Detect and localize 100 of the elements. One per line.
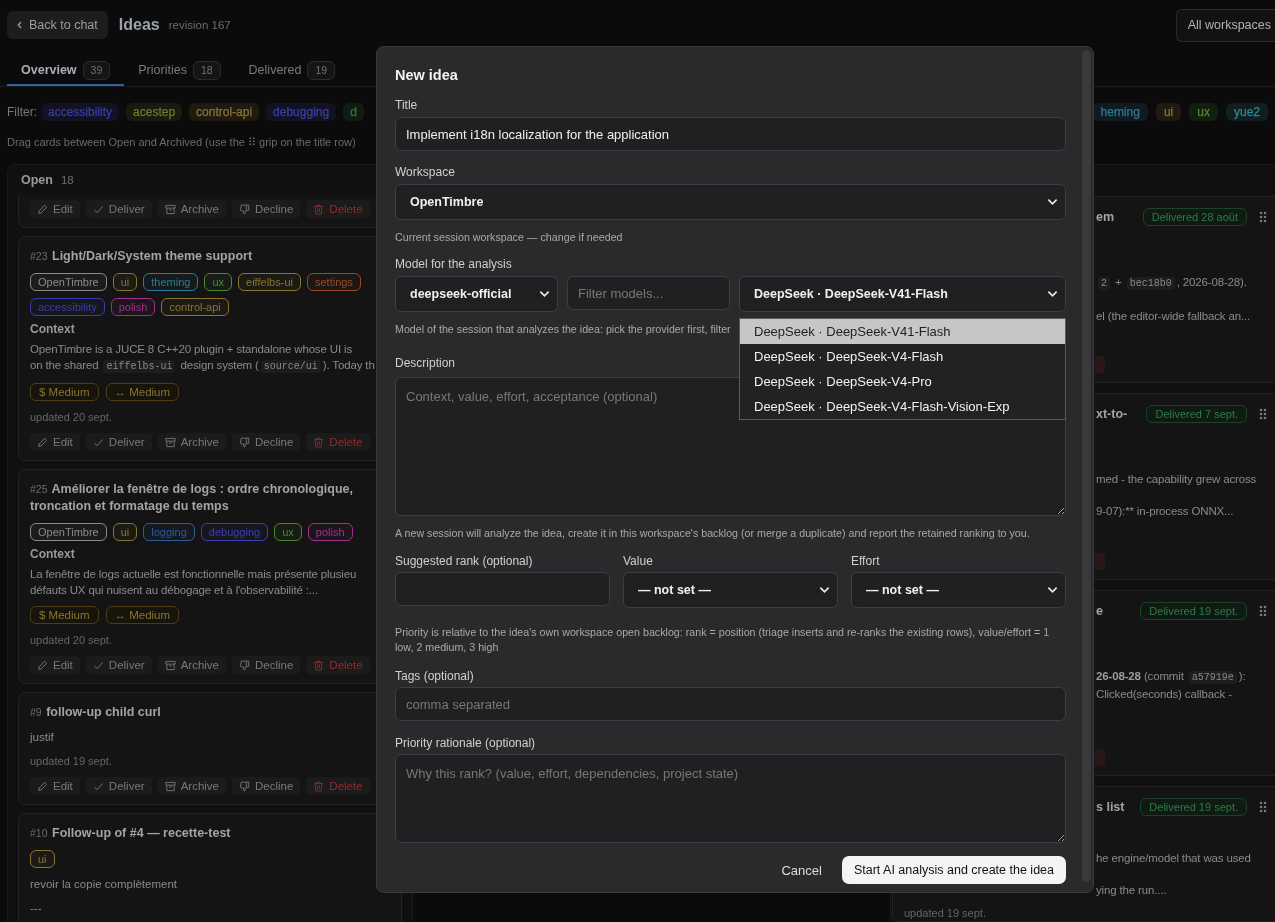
field-hint: A new session will analyze the idea, create it in this workspace's backlog (or merge a duplicate) and report the retained ranking to you.	[395, 526, 1030, 540]
edit-button[interactable]: Edit	[30, 200, 80, 218]
status-badge: Delivered 28 août	[1142, 208, 1247, 226]
rank-input[interactable]	[395, 572, 610, 606]
delete-button[interactable]: Delete	[306, 200, 370, 218]
chevron-left-icon	[17, 21, 22, 29]
tag: polish	[307, 523, 353, 541]
thumbs-down-icon	[239, 659, 250, 671]
archive-icon	[164, 659, 176, 671]
tag: ui	[30, 850, 55, 868]
chevron-down-icon	[1047, 198, 1058, 206]
model-select[interactable]: DeepSeek · DeepSeek-V41-Flash	[739, 276, 1066, 312]
dropdown-option[interactable]: DeepSeek · DeepSeek-V41-Flash	[740, 319, 1065, 344]
tag: OpenTimbre	[30, 523, 107, 541]
tab[interactable]: Priorities 18	[124, 56, 235, 86]
check-icon	[92, 659, 104, 671]
cancel-button[interactable]: Cancel	[781, 862, 822, 878]
grip-icon[interactable]	[1259, 801, 1267, 813]
status-badge: Delivered 19 sept.	[1140, 602, 1247, 620]
tag: ui	[112, 523, 138, 541]
delete-button[interactable]: Delete	[306, 656, 370, 674]
updated-date: updated 20 sept.	[30, 633, 113, 648]
idea-title: em	[1096, 210, 1115, 224]
tab[interactable]: Overview 39	[7, 56, 125, 86]
provider-select[interactable]: deepseek-official	[395, 276, 558, 312]
grip-icon[interactable]	[1259, 211, 1267, 223]
delete-button[interactable]: Delete	[306, 433, 370, 451]
workspace-button[interactable]: All workspaces	[1175, 8, 1275, 42]
title-input[interactable]: Implement i18n localization for the application	[395, 117, 1066, 151]
back-button[interactable]: Back to chat	[7, 11, 108, 39]
check-icon	[92, 203, 104, 215]
dropdown-option[interactable]: DeepSeek · DeepSeek-V4-Flash-Vision-Exp	[740, 394, 1065, 419]
edit-button[interactable]: Edit	[30, 777, 80, 795]
delete-button[interactable]: Delete	[306, 777, 370, 795]
tag: debugging	[200, 523, 269, 541]
filter-tag[interactable]: ux	[1189, 103, 1218, 121]
field-label: Tags (optional)	[395, 668, 474, 684]
decline-button[interactable]: Decline	[232, 656, 301, 674]
filter-tag[interactable]: control-api	[189, 103, 260, 121]
chevron-down-icon	[1047, 586, 1058, 594]
archive-icon	[164, 203, 176, 215]
tag: control-api	[161, 298, 229, 316]
idea-title: #23 Light/Dark/System theme support	[30, 248, 254, 265]
trash-icon	[313, 436, 325, 448]
filter-tag[interactable]: heming	[1092, 103, 1148, 121]
archive-button[interactable]: Archive	[157, 200, 226, 218]
tab[interactable]: Delivered 19	[234, 56, 350, 86]
submit-button[interactable]: Start AI analysis and create the idea	[841, 856, 1066, 884]
tag: ux	[204, 273, 233, 291]
workspace-select[interactable]: OpenTimbre	[395, 184, 1066, 220]
decline-button[interactable]: Decline	[232, 777, 301, 795]
level-badge: ↔ Medium	[105, 383, 180, 401]
edit-button[interactable]: Edit	[30, 656, 80, 674]
field-hint: Model of the session that analyzes the idea: pick the provider first, filter	[395, 322, 731, 336]
column-count: 18	[60, 173, 74, 188]
scrollbar-thumb[interactable]	[1082, 50, 1091, 882]
tags-input[interactable]: comma separated	[395, 687, 1066, 721]
filter-tag[interactable]: acestep	[126, 103, 183, 121]
grip-icon[interactable]	[1259, 605, 1267, 617]
drag-hint: Drag cards between Open and Archived (use the ⠿ grip on the title row)	[7, 135, 356, 149]
idea-title: #10 Follow-up of #4 — recette-test	[30, 825, 232, 842]
value-select[interactable]: — not set —	[623, 572, 838, 608]
filter-tag[interactable]: ui	[1155, 103, 1182, 121]
trash-icon	[313, 203, 325, 215]
filter-tag[interactable]: accessibility	[41, 103, 120, 121]
section-heading: Context	[30, 546, 76, 562]
archive-button[interactable]: Archive	[157, 656, 226, 674]
archive-button[interactable]: Archive	[157, 433, 226, 451]
deliver-button[interactable]: Deliver	[85, 656, 152, 674]
note-text: justif	[30, 730, 55, 745]
effort-select[interactable]: — not set —	[851, 572, 1066, 608]
description-text: he engine/model that was used	[1096, 851, 1252, 866]
idea-title: s list	[1096, 800, 1125, 814]
filter-tag[interactable]: debugging	[266, 103, 337, 121]
tag: OpenTimbre	[30, 273, 107, 291]
deliver-button[interactable]: Deliver	[85, 200, 152, 218]
delete-button[interactable]	[1095, 553, 1105, 570]
edit-button[interactable]: Edit	[30, 433, 80, 451]
rationale-textarea[interactable]: Why this rank? (value, effort, dependencies, project state)	[395, 754, 1066, 843]
grip-icon[interactable]	[1259, 408, 1267, 420]
description-text: 9-07):** in-process ONNX...	[1096, 504, 1235, 519]
decline-button[interactable]: Decline	[232, 433, 301, 451]
tag: settings	[306, 273, 361, 291]
tag: logging	[143, 523, 195, 541]
description-text: ying the run....	[1096, 883, 1168, 898]
deliver-button[interactable]: Deliver	[85, 433, 152, 451]
thumbs-down-icon	[239, 780, 250, 792]
dropdown-option[interactable]: DeepSeek · DeepSeek-V4-Flash	[740, 344, 1065, 369]
updated-date: updated 19 sept.	[30, 754, 113, 769]
delete-button[interactable]	[1095, 356, 1105, 373]
description-text: 26-08-28 (commit a57919e ): Clicked(seconds) callback -	[1096, 669, 1247, 702]
filter-tag[interactable]: yue2	[1225, 103, 1268, 121]
delete-button[interactable]	[1095, 749, 1105, 766]
archive-button[interactable]: Archive	[157, 777, 226, 795]
filter-tag[interactable]: d	[343, 103, 364, 121]
deliver-button[interactable]: Deliver	[85, 777, 152, 795]
decline-button[interactable]: Decline	[232, 200, 301, 218]
filter-input[interactable]: Filter models...	[567, 276, 730, 310]
field-label: Workspace	[395, 164, 455, 180]
status-badge: Delivered 19 sept.	[1140, 798, 1247, 816]
